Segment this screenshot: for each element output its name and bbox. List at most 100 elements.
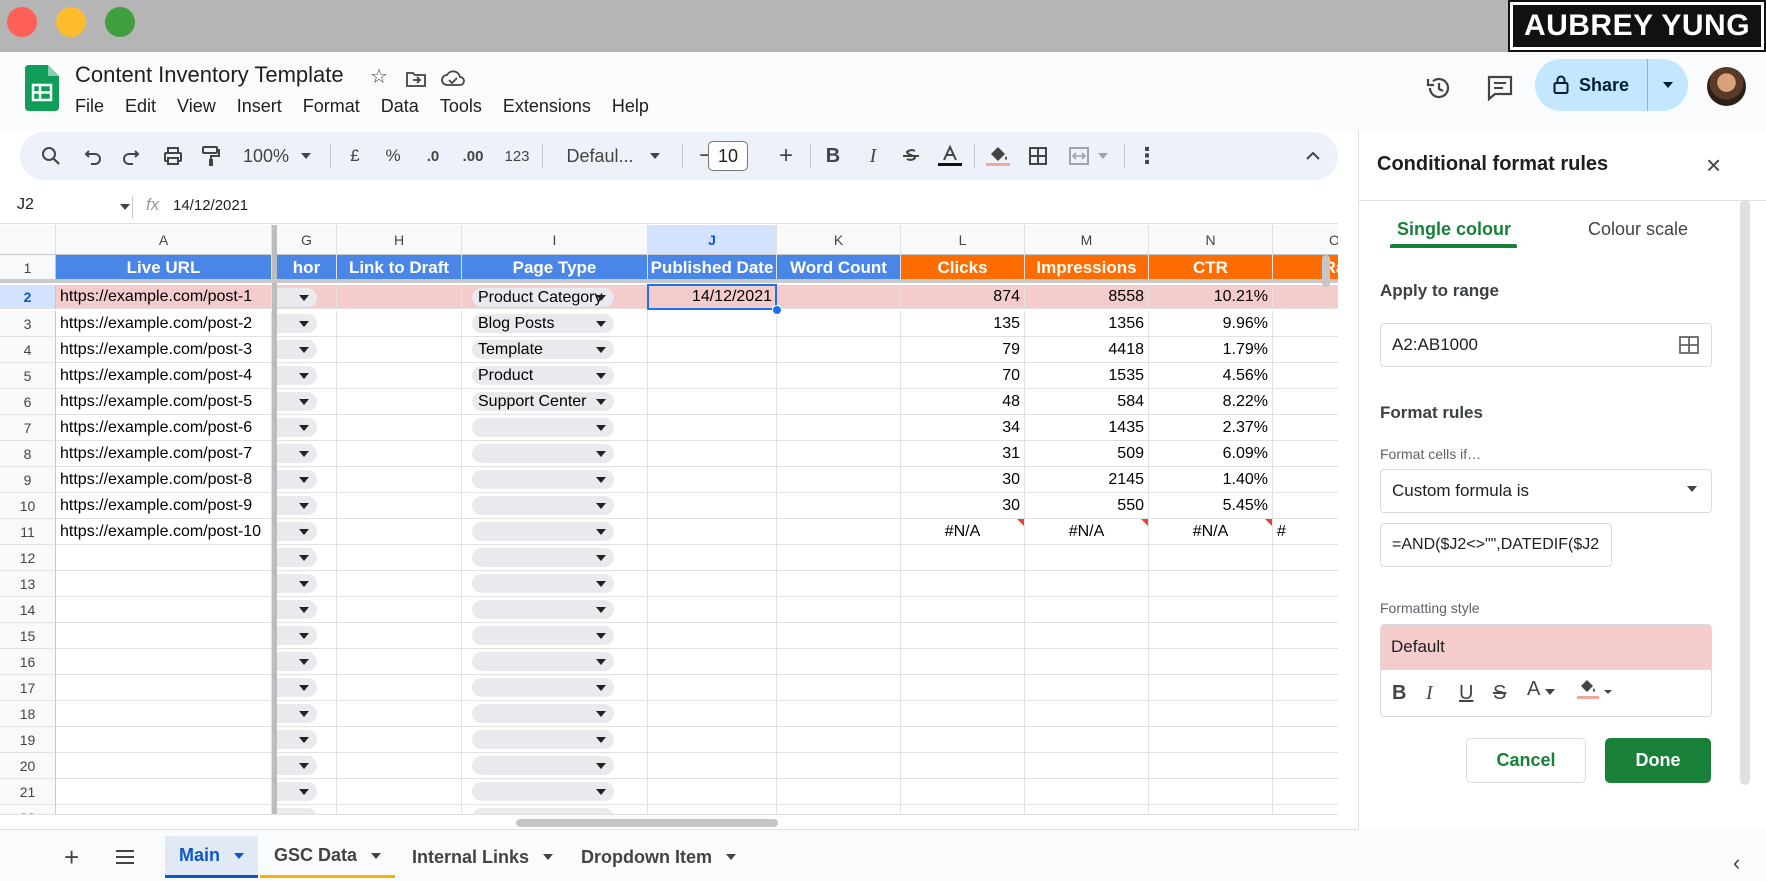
cell[interactable] (648, 649, 777, 675)
cell[interactable]: 2.37% (1149, 415, 1273, 441)
author-dropdown-chip[interactable] (277, 782, 317, 801)
row-header[interactable]: 5 (0, 363, 56, 389)
menu-tools[interactable]: Tools (440, 96, 482, 117)
page-type-dropdown-chip[interactable] (472, 444, 614, 463)
cell[interactable]: #N/A (901, 519, 1025, 545)
cell[interactable] (648, 675, 777, 701)
cell[interactable] (1149, 571, 1273, 597)
close-window-button[interactable] (7, 7, 37, 37)
cell[interactable]: # (1273, 519, 1338, 545)
cell[interactable]: https://example.com/post-7 (56, 441, 272, 467)
cell[interactable] (1273, 779, 1338, 805)
merge-cells-icon[interactable] (1062, 132, 1114, 180)
sheet-tab-internal-links[interactable]: Internal Links (398, 836, 567, 878)
author-dropdown-chip[interactable] (277, 756, 317, 775)
zoom-window-button[interactable] (105, 7, 135, 37)
cell[interactable] (648, 493, 777, 519)
cell[interactable]: https://example.com/post-8 (56, 467, 272, 493)
cell[interactable] (777, 389, 901, 415)
cell[interactable]: 30 (901, 493, 1025, 519)
page-type-dropdown-chip[interactable] (472, 782, 614, 801)
page-type-dropdown-chip[interactable]: Product Category (472, 288, 614, 307)
cell[interactable] (648, 389, 777, 415)
author-dropdown-chip[interactable] (277, 626, 317, 645)
sheet-tab-dropdown-item[interactable]: Dropdown Item (567, 836, 750, 878)
cell[interactable] (1273, 493, 1338, 519)
cell[interactable] (648, 311, 777, 337)
increase-decimal-button[interactable]: .00 (456, 132, 490, 180)
cell[interactable] (56, 597, 272, 623)
bold-button[interactable]: B (818, 132, 848, 180)
cell[interactable] (648, 779, 777, 805)
frozen-row-divider[interactable] (0, 279, 1338, 283)
sheet-tab-gsc-data[interactable]: GSC Data (260, 836, 396, 878)
fill-color-icon[interactable] (982, 132, 1014, 180)
page-type-dropdown-chip[interactable] (472, 522, 614, 541)
more-formats-button[interactable]: 123 (500, 132, 534, 180)
cell[interactable] (777, 571, 901, 597)
tab-colour-scale[interactable]: Colour scale (1588, 219, 1688, 240)
author-dropdown-chip[interactable] (277, 678, 317, 697)
column-header-l[interactable]: L (901, 225, 1025, 255)
cell[interactable]: https://example.com/post-4 (56, 363, 272, 389)
cell[interactable] (777, 675, 901, 701)
cell[interactable] (777, 337, 901, 363)
cell[interactable] (648, 337, 777, 363)
style-underline-icon[interactable]: U (1459, 682, 1473, 705)
cell[interactable] (1273, 441, 1338, 467)
row-header[interactable]: 2 (0, 285, 56, 309)
cell[interactable] (648, 545, 777, 571)
cell[interactable] (337, 363, 462, 389)
cell[interactable]: 135 (901, 311, 1025, 337)
formula-input[interactable]: 14/12/2021 (173, 197, 248, 214)
spreadsheet-grid[interactable]: A G H I J K L M N O 1 Live URL hor Link to Draft Page … (0, 225, 1338, 815)
paint-format-icon[interactable] (196, 132, 226, 180)
cell[interactable] (337, 493, 462, 519)
cell[interactable]: 1435 (1025, 415, 1149, 441)
menu-data[interactable]: Data (381, 96, 419, 117)
cell[interactable]: 874 (901, 285, 1025, 309)
cell[interactable]: 8.22% (1149, 389, 1273, 415)
minimize-window-button[interactable] (56, 7, 86, 37)
cell[interactable]: 550 (1025, 493, 1149, 519)
increase-font-size-button[interactable]: + (772, 132, 800, 180)
cell[interactable] (777, 623, 901, 649)
cell[interactable]: 31 (901, 441, 1025, 467)
cell[interactable] (777, 701, 901, 727)
cell[interactable] (648, 467, 777, 493)
row-header[interactable]: 15 (0, 623, 56, 649)
cell[interactable] (1273, 545, 1338, 571)
search-menus-icon[interactable] (36, 132, 66, 180)
row-header[interactable]: 18 (0, 701, 56, 727)
author-dropdown-chip[interactable] (277, 470, 317, 489)
cell[interactable] (1149, 675, 1273, 701)
row-header[interactable]: 6 (0, 389, 56, 415)
column-header-g[interactable]: G (277, 225, 337, 255)
cell[interactable] (56, 675, 272, 701)
side-panel-toggle-icon[interactable]: ‹ (1733, 850, 1740, 876)
cell[interactable]: 70 (901, 363, 1025, 389)
row-header[interactable]: 12 (0, 545, 56, 571)
cell[interactable] (56, 753, 272, 779)
cell[interactable] (1273, 389, 1338, 415)
author-dropdown-chip[interactable] (277, 522, 317, 541)
cell[interactable] (1149, 623, 1273, 649)
cell[interactable] (777, 467, 901, 493)
currency-format-button[interactable]: £ (340, 132, 370, 180)
style-italic-icon[interactable]: I (1426, 682, 1433, 705)
menu-edit[interactable]: Edit (125, 96, 156, 117)
horizontal-scrollbar[interactable] (516, 819, 778, 827)
chevron-down-icon[interactable] (120, 204, 130, 210)
author-dropdown-chip[interactable] (277, 444, 317, 463)
cell[interactable] (337, 311, 462, 337)
cell[interactable] (1149, 545, 1273, 571)
cell[interactable] (56, 623, 272, 649)
cell[interactable] (648, 623, 777, 649)
cell[interactable] (337, 571, 462, 597)
cell[interactable]: 509 (1025, 441, 1149, 467)
version-history-icon[interactable] (1424, 73, 1454, 103)
cell[interactable]: 1.40% (1149, 467, 1273, 493)
document-title[interactable]: Content Inventory Template (75, 62, 344, 88)
cell[interactable]: 1535 (1025, 363, 1149, 389)
header-cell-link-to-draft[interactable]: Link to Draft (337, 255, 462, 281)
